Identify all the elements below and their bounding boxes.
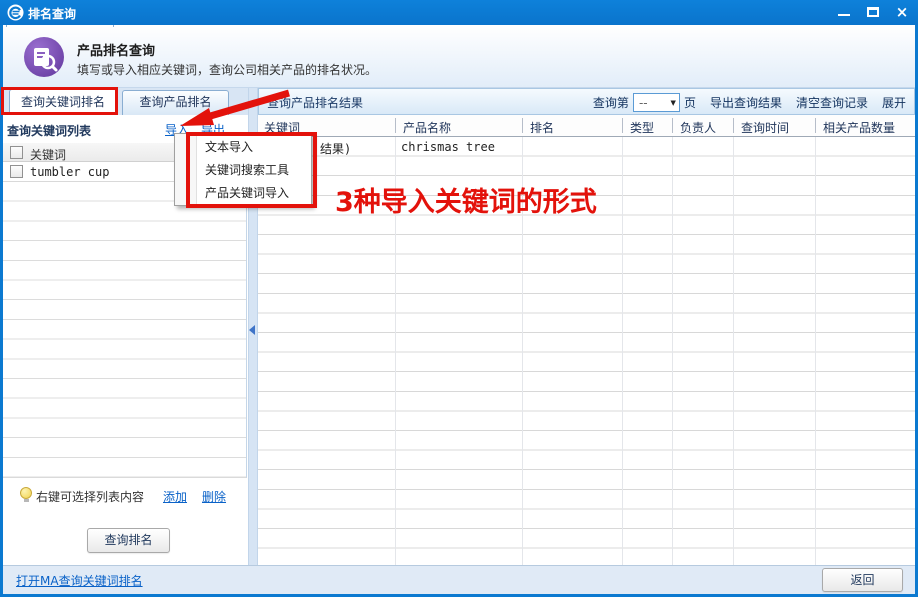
open-ma-link[interactable]: 打开MA查询关键词排名 — [16, 572, 143, 589]
expand-link[interactable]: 展开 — [882, 94, 906, 111]
window-border-left — [0, 25, 3, 597]
column-divider — [622, 137, 623, 565]
minimize-icon — [838, 14, 850, 16]
query-rank-button[interactable]: 查询排名 — [87, 528, 170, 553]
tab-product-rank-label: 查询产品排名 — [139, 95, 211, 109]
menu-item-product-import[interactable]: 产品关键词导入 — [205, 181, 289, 205]
col-owner[interactable]: 负责人 — [680, 119, 716, 136]
export-results-link[interactable]: 导出查询结果 — [710, 94, 782, 111]
results-table-header: 关键词 产品名称 排名 类型 负责人 查询时间 相关产品数量 — [258, 115, 915, 137]
results-title: 查询产品排名结果 — [267, 94, 363, 111]
tab-keyword-rank-face[interactable]: 查询关键词排名 — [9, 89, 117, 115]
column-divider — [815, 137, 816, 565]
column-divider — [672, 118, 673, 133]
delete-link[interactable]: 删除 — [202, 488, 226, 505]
result-product-cell: chrismas tree — [401, 140, 495, 154]
close-button[interactable]: × — [889, 0, 915, 25]
column-divider — [815, 118, 816, 133]
footer-bar: 打开MA查询关键词排名 返回 — [3, 565, 915, 594]
keyword-list-empty-rows — [3, 182, 246, 478]
lightbulb-icon — [20, 487, 32, 499]
column-divider — [395, 118, 396, 133]
page-select[interactable]: -- ▼ — [633, 93, 680, 112]
col-related[interactable]: 相关产品数量 — [823, 119, 895, 136]
tab-product-rank[interactable]: 查询产品排名 — [122, 90, 229, 115]
keyword-item-checkbox[interactable] — [10, 165, 23, 178]
col-rank[interactable]: 排名 — [530, 119, 554, 136]
result-keyword-cell: 结果) — [320, 140, 351, 157]
col-product[interactable]: 产品名称 — [403, 119, 451, 136]
clear-records-link[interactable]: 清空查询记录 — [796, 94, 868, 111]
import-context-menu: 文本导入 关键词搜索工具 产品关键词导入 — [174, 133, 312, 206]
menu-item-keyword-tool[interactable]: 关键词搜索工具 — [205, 158, 289, 182]
page-suffix-label: 页 — [684, 94, 696, 111]
page-select-value: -- — [639, 96, 648, 110]
results-toolbar-controls: 查询第 -- ▼ 页 导出查询结果 清空查询记录 展开 — [593, 93, 906, 112]
col-type[interactable]: 类型 — [630, 119, 654, 136]
minimize-button[interactable] — [831, 0, 857, 25]
context-menu-gutter — [175, 134, 197, 205]
column-divider — [622, 118, 623, 133]
column-divider — [733, 118, 734, 133]
column-divider — [733, 137, 734, 565]
menu-item-text-import[interactable]: 文本导入 — [205, 135, 253, 159]
chevron-down-icon: ▼ — [671, 99, 676, 107]
tab-keyword-rank-text: 查询关键词排名 — [21, 95, 105, 109]
product-rank-icon — [23, 36, 65, 78]
keyword-list-title: 查询关键词列表 — [7, 122, 91, 139]
col-time[interactable]: 查询时间 — [741, 119, 789, 136]
window-title: 排名查询 — [28, 5, 76, 22]
select-all-checkbox[interactable] — [10, 146, 23, 159]
close-icon: × — [896, 3, 909, 21]
column-divider — [672, 137, 673, 565]
page-header: 产品排名查询 填写或导入相应关键词，查询公司相关产品的排名状况。 — [3, 25, 915, 88]
keyword-list-header-label: 关键词 — [30, 146, 66, 163]
back-button[interactable]: 返回 — [822, 568, 903, 592]
result-row[interactable]: 结果) chrismas tree — [258, 137, 915, 156]
column-divider — [522, 118, 523, 133]
annotation-note: 3种导入关键词的形式 — [335, 180, 597, 219]
page-prefix-label: 查询第 — [593, 94, 629, 111]
maximize-button[interactable] — [860, 0, 886, 25]
lightbulb-base — [24, 499, 29, 502]
app-logo-icon — [7, 4, 24, 21]
right-click-hint: 右键可选择列表内容 — [36, 488, 144, 505]
results-toolbar: 查询产品排名结果 查询第 -- ▼ 页 导出查询结果 清空查询记录 展开 — [258, 88, 915, 115]
maximize-icon — [867, 7, 879, 17]
splitter-collapse-icon[interactable] — [249, 325, 255, 335]
keyword-item-label: tumbler cup — [30, 165, 109, 179]
header-subtitle: 填写或导入相应关键词，查询公司相关产品的排名状况。 — [77, 61, 377, 78]
title-bar: 排名查询 × — [0, 0, 918, 25]
header-title: 产品排名查询 — [77, 40, 155, 59]
add-link[interactable]: 添加 — [163, 488, 187, 505]
